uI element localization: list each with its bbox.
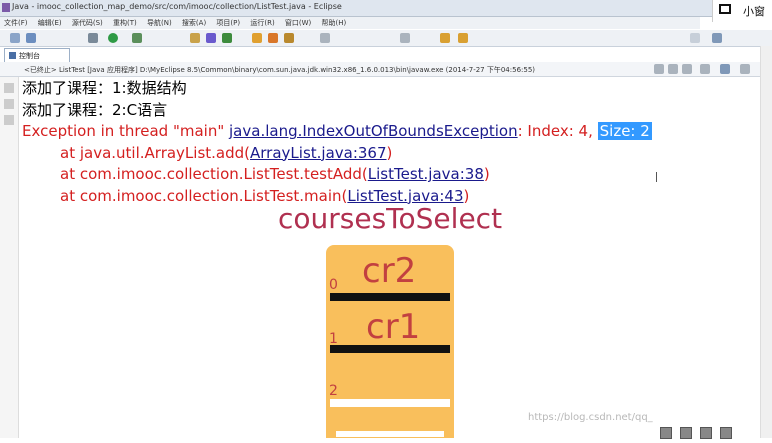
stack-trace-line: at com.imooc.collection.ListTest.testAdd…	[22, 164, 652, 186]
menu-window[interactable]: 窗口(W)	[285, 17, 311, 29]
console-output-line-2: 添加了课程：2:C语言	[22, 100, 168, 119]
outline-icon[interactable]	[4, 115, 14, 125]
back-icon[interactable]	[440, 33, 450, 43]
new-package-icon[interactable]	[206, 33, 216, 43]
exception-prefix: Exception in thread "main"	[22, 122, 230, 140]
slot-index: 0	[329, 277, 338, 293]
trim-icon[interactable]	[720, 427, 733, 439]
list-slot	[330, 399, 450, 407]
new-java-project-icon[interactable]	[190, 33, 200, 43]
menu-help[interactable]: 帮助(H)	[322, 17, 347, 29]
exception-message: : Index: 4,	[517, 122, 598, 140]
monitor-icon	[719, 4, 731, 14]
stack-frame-1: at java.util.ArrayList.add(	[60, 143, 251, 162]
stack-frame-2: at com.imooc.collection.ListTest.testAdd…	[60, 165, 368, 183]
menu-refactor[interactable]: 重构(T)	[113, 17, 137, 29]
menu-project[interactable]: 项目(P)	[216, 17, 240, 29]
menu-file[interactable]: 文件(F)	[4, 17, 28, 29]
slot-index: 2	[329, 383, 338, 399]
main-toolbar	[0, 30, 772, 47]
exception-line: Exception in thread "main" java.lang.Ind…	[22, 121, 652, 143]
pin-console-icon[interactable]	[700, 64, 710, 74]
status-trim	[660, 424, 760, 439]
forward-icon[interactable]	[458, 33, 468, 43]
debug-icon[interactable]	[88, 33, 98, 43]
minimize-view-icon[interactable]	[740, 64, 750, 74]
list-slot	[330, 293, 450, 301]
clear-console-icon[interactable]	[682, 64, 692, 74]
slot-value: cr1	[366, 307, 421, 347]
trim-icon[interactable]	[700, 427, 713, 439]
menu-source[interactable]: 源代码(S)	[72, 17, 103, 29]
next-annotation-icon[interactable]	[400, 33, 410, 43]
overlay-badge-label: 小窗	[743, 5, 765, 18]
open-type-icon[interactable]	[252, 33, 262, 43]
list-diagram: 0 cr2 1 cr1 2	[326, 245, 454, 438]
close-paren: )	[386, 143, 393, 162]
toggle-mark-icon[interactable]	[320, 33, 330, 43]
list-slot	[336, 431, 444, 437]
stack-frame-2-link[interactable]: ListTest.java:38	[368, 165, 484, 183]
console-output: 添加了课程：1:数据结构 添加了课程：2:C语言 Exception in th…	[22, 78, 652, 207]
remove-launch-icon[interactable]	[668, 64, 678, 74]
trim-icon[interactable]	[660, 427, 672, 439]
close-paren: )	[483, 165, 490, 183]
java-perspective-icon[interactable]	[712, 33, 722, 43]
console-output-line-1: 添加了课程：1:数据结构	[22, 79, 187, 97]
display-console-icon[interactable]	[720, 64, 730, 74]
run-external-icon[interactable]	[132, 33, 142, 43]
window-title: Java - imooc_collection_map_demo/src/com…	[12, 2, 342, 11]
stack-trace-line: at java.util.ArrayList.add(ArrayList.jav…	[22, 143, 652, 165]
hierarchy-icon[interactable]	[4, 99, 14, 109]
stack-frame-1-link[interactable]: ArrayList.java:367	[250, 144, 387, 162]
save-icon[interactable]	[26, 33, 36, 43]
menu-search[interactable]: 搜索(A)	[182, 17, 206, 29]
overlay-badge[interactable]: 小窗	[712, 0, 772, 22]
slot-value: cr2	[362, 251, 417, 291]
tab-console[interactable]: 控制台	[4, 48, 70, 63]
menu-bar: 文件(F) 编辑(E) 源代码(S) 重构(T) 导航(N) 搜索(A) 项目(…	[0, 17, 700, 29]
new-class-icon[interactable]	[222, 33, 232, 43]
search-icon[interactable]	[284, 33, 294, 43]
menu-edit[interactable]: 编辑(E)	[38, 17, 62, 29]
selected-text: Size: 2	[597, 122, 652, 140]
menu-navigate[interactable]: 导航(N)	[147, 17, 172, 29]
text-cursor	[656, 172, 657, 182]
terminate-icon[interactable]	[654, 64, 664, 74]
run-icon[interactable]	[108, 33, 118, 43]
trim-icon[interactable]	[680, 427, 693, 439]
left-gutter	[0, 77, 19, 438]
watermark: https://blog.csdn.net/qq_	[528, 412, 653, 423]
list-slot	[330, 345, 450, 353]
eclipse-app-icon	[2, 3, 10, 12]
right-trim	[760, 46, 772, 438]
open-resource-icon[interactable]	[268, 33, 278, 43]
exception-class-link[interactable]: java.lang.IndexOutOfBoundsException	[229, 122, 518, 140]
window-titlebar: Java - imooc_collection_map_demo/src/com…	[0, 0, 772, 17]
menu-run[interactable]: 运行(R)	[250, 17, 274, 29]
new-icon[interactable]	[10, 33, 20, 43]
open-perspective-icon[interactable]	[690, 33, 700, 43]
console-tab-label: 控制台	[19, 52, 40, 60]
overlay-title: coursesToSelect	[278, 202, 503, 235]
console-icon	[9, 52, 16, 59]
package-explorer-icon[interactable]	[4, 83, 14, 93]
console-status-line: <已终止> ListTest [Java 应用程序] D:\MyEclipse …	[24, 66, 536, 74]
